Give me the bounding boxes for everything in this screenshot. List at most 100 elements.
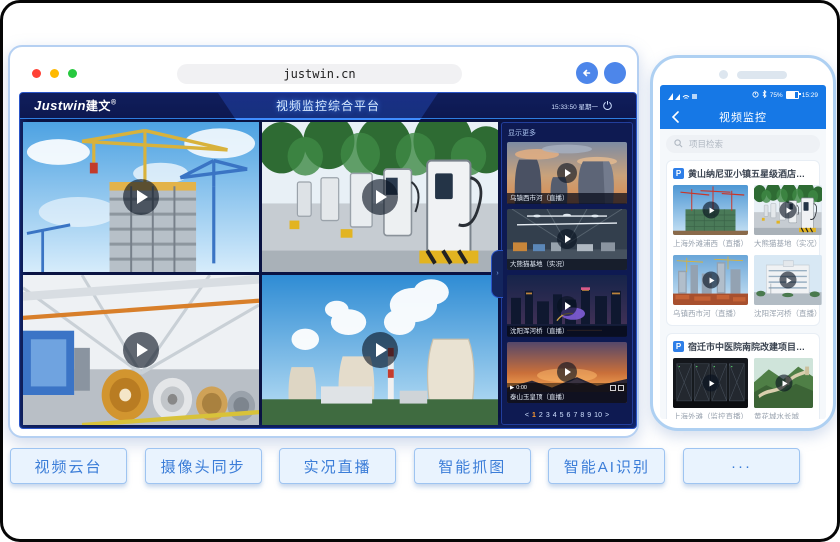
phone-video-item[interactable]: 上海外滩（监控直播） <box>673 358 748 419</box>
project-search-box[interactable] <box>666 135 820 153</box>
feature-button-2[interactable]: 摄像头同步 <box>145 448 262 484</box>
sidebar-video-item[interactable]: 沈阳浑河桥（直播） <box>507 275 627 337</box>
browser-menu-button[interactable] <box>604 62 626 84</box>
alarm-icon <box>752 91 759 100</box>
address-bar[interactable]: justwin.cn <box>177 64 462 84</box>
phone-page-title: 视频监控 <box>719 109 767 125</box>
arrow-left-icon <box>581 67 593 79</box>
video-caption: 上海外滩（监控直播） <box>673 411 748 419</box>
maximize-window-button[interactable] <box>68 69 77 78</box>
url-text: justwin.cn <box>283 67 355 81</box>
bluetooth-icon <box>762 90 767 100</box>
playback-time: 0:00 <box>516 385 527 391</box>
phone-video-item[interactable]: 上海外滩浦西（直播） <box>673 185 748 249</box>
main-video-cooling-towers[interactable] <box>262 275 498 425</box>
feature-button-bar: 视频云台摄像头同步实况直播智能抓图智能AI识别 ··· <box>10 448 800 484</box>
search-input[interactable] <box>687 138 812 150</box>
more-features-button[interactable]: ··· <box>683 448 800 484</box>
project-badge: P <box>673 168 684 179</box>
platform-title: 视频监控综合平台 <box>276 97 380 114</box>
play-icon[interactable] <box>702 375 719 392</box>
project-card: P宿迁市中医院南院改建项目智能化施...上海外滩（监控直播）黄花城水长城 <box>666 333 820 419</box>
play-icon[interactable] <box>557 296 577 316</box>
play-icon[interactable] <box>775 375 792 392</box>
sidebar-video-item[interactable]: 大熊猫基地（实况） <box>507 209 627 271</box>
show-more-label[interactable]: 显示更多 <box>508 128 627 138</box>
platform-title-panel: 视频监控综合平台 <box>218 93 438 120</box>
pagination-page-9[interactable]: 9 <box>587 412 591 419</box>
project-card: P 黄山纳尼亚小镇五星级酒店消防工程上海外滩浦西（直播） 大熊猫基地（实况） 乌镇西市… <box>666 160 820 326</box>
video-caption: 大熊猫基地（实况） <box>754 238 822 249</box>
phone-nav-header: 视频监控 <box>660 105 826 129</box>
phone-video-item[interactable]: 沈阳浑河桥（直播） <box>754 255 822 319</box>
pagination-prev[interactable]: < <box>525 412 529 419</box>
pagination-page-8[interactable]: 8 <box>580 412 584 419</box>
play-icon[interactable] <box>362 332 398 368</box>
play-icon[interactable] <box>779 202 796 219</box>
status-time: 15:29 <box>802 92 818 99</box>
main-video-grid <box>23 122 498 425</box>
pagination-page-2[interactable]: 2 <box>539 412 543 419</box>
feature-button-4[interactable]: 智能抓图 <box>414 448 531 484</box>
main-video-factory-interior[interactable] <box>23 275 259 425</box>
play-icon[interactable] <box>557 229 577 249</box>
settings-icon[interactable] <box>618 385 624 391</box>
sidebar-collapse-handle[interactable]: › <box>491 250 503 298</box>
project-title: 黄山纳尼亚小镇五星级酒店消防工程 <box>688 167 813 180</box>
clock-text: 15:33:50 星期一 <box>551 101 598 111</box>
pagination-page-4[interactable]: 4 <box>553 412 557 419</box>
battery-percent: 75% <box>770 92 783 99</box>
pagination-page-6[interactable]: 6 <box>567 412 571 419</box>
phone-video-item[interactable]: 大熊猫基地（实况） <box>754 185 822 249</box>
main-video-construction-site[interactable] <box>23 122 259 272</box>
signal-wifi-icons <box>668 91 698 100</box>
mini-play-icon[interactable]: ▶ <box>510 385 514 391</box>
play-icon[interactable] <box>557 362 577 382</box>
pagination: <12345678910> <box>507 408 627 422</box>
phone-video-item[interactable]: 乌镇西市河（直播） <box>673 255 748 319</box>
project-badge: P <box>673 341 684 352</box>
pagination-page-5[interactable]: 5 <box>560 412 564 419</box>
mini-player-bar: ▶0:00 <box>507 383 627 392</box>
power-icon[interactable] <box>603 101 612 110</box>
play-icon[interactable] <box>557 163 577 183</box>
feature-button-3[interactable]: 实况直播 <box>279 448 396 484</box>
pagination-page-10[interactable]: 10 <box>594 412 602 419</box>
phone-statusbar: 75% 15:29 <box>660 85 826 105</box>
pagination-page-1[interactable]: 1 <box>532 412 536 419</box>
video-caption: 上海外滩浦西（直播） <box>673 238 748 249</box>
play-icon[interactable] <box>779 272 796 289</box>
play-icon[interactable] <box>362 179 398 215</box>
video-caption: 沈阳浑河桥（直播） <box>754 308 822 319</box>
phone-video-item[interactable]: 黄花城水长城 <box>754 358 813 419</box>
battery-icon <box>786 91 799 99</box>
phone-screen: 75% 15:29 视频监控 P 黄山纳尼亚小镇五星级酒店消防工程上海外滩浦西（直… <box>660 85 826 419</box>
play-icon[interactable] <box>123 179 159 215</box>
pagination-page-3[interactable]: 3 <box>546 412 550 419</box>
play-icon[interactable] <box>702 272 719 289</box>
feature-button-5[interactable]: 智能AI识别 <box>548 448 665 484</box>
minimize-window-button[interactable] <box>50 69 59 78</box>
phone-mockup: 75% 15:29 视频监控 P 黄山纳尼亚小镇五星级酒店消防工程上海外滩浦西（直… <box>650 55 836 431</box>
phone-camera-dot <box>719 70 728 79</box>
platform-header: Justwin建文® 视频监控综合平台 15:33:50 星期一 <box>20 93 636 119</box>
feature-button-1[interactable]: 视频云台 <box>10 448 127 484</box>
video-caption: 乌镇西市河（直播） <box>507 193 627 204</box>
play-icon[interactable] <box>702 202 719 219</box>
browser-window: justwin.cn Justwin建文® 视频监控综合平台 15:33:50 … <box>8 45 639 438</box>
video-caption: 大熊猫基地（实况） <box>507 259 627 270</box>
video-sidebar: › 显示更多 乌镇西市河（直播）大熊猫基地（实况）沈阳浑河桥（直播）▶0:00泰… <box>501 122 633 425</box>
sidebar-video-item[interactable]: 乌镇西市河（直播） <box>507 142 627 204</box>
window-controls <box>32 69 77 78</box>
phone-content: P 黄山纳尼亚小镇五星级酒店消防工程上海外滩浦西（直播） 大熊猫基地（实况） 乌镇西市… <box>660 129 826 419</box>
search-icon <box>674 135 683 153</box>
back-button[interactable] <box>668 110 682 124</box>
close-window-button[interactable] <box>32 69 41 78</box>
browser-back-button[interactable] <box>576 62 598 84</box>
play-icon[interactable] <box>123 332 159 368</box>
fullscreen-icon[interactable] <box>610 385 616 391</box>
pagination-next[interactable]: > <box>605 412 609 419</box>
main-video-ev-charging-station[interactable] <box>262 122 498 272</box>
pagination-page-7[interactable]: 7 <box>573 412 577 419</box>
sidebar-video-item[interactable]: ▶0:00泰山玉皇顶（直播） <box>507 342 627 404</box>
